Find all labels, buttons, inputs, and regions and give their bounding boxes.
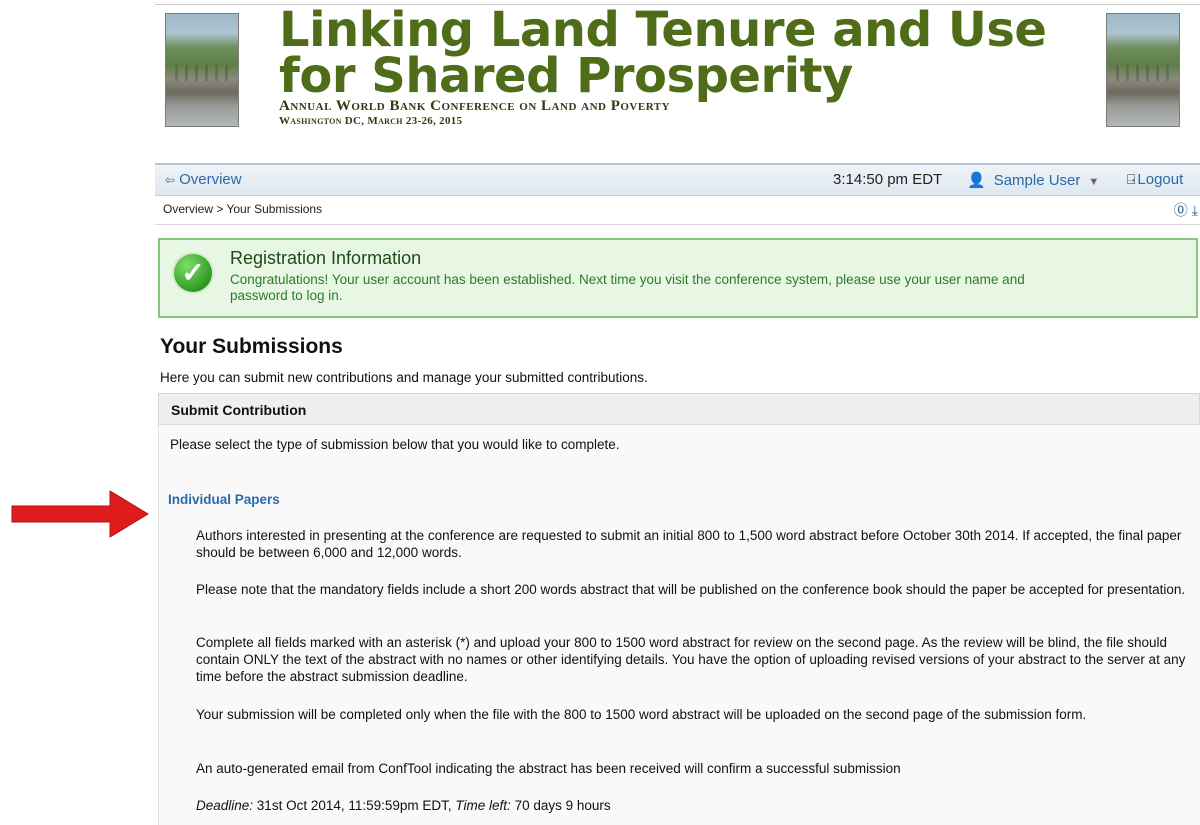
conference-title-line1: Linking Land Tenure and Use: [279, 2, 1047, 58]
user-name: Sample User: [993, 172, 1081, 189]
top-nav-bar: ⇦ Overview 3:14:50 pm EDT 👤 Sample User ▼ ⍈…: [155, 163, 1200, 196]
banner-photo-left: [165, 13, 239, 127]
page-title: Your Submissions: [160, 335, 343, 358]
submit-contribution-header: Submit Contribution: [158, 393, 1200, 425]
chevron-down-icon: ▼: [1088, 176, 1100, 188]
logout-label: Logout: [1137, 171, 1184, 188]
breadcrumb-overview-link[interactable]: Overview: [163, 202, 213, 216]
nav-overview-label: Overview: [179, 171, 242, 188]
breadcrumb-tools: ⓪ ⤓: [1170, 200, 1198, 220]
server-time: 3:14:50 pm EDT: [833, 171, 943, 188]
conference-subtitle: Annual World Bank Conference on Land and…: [279, 98, 671, 114]
red-arrow-icon: [11, 490, 149, 538]
back-arrow-icon: ⇦: [165, 173, 176, 187]
breadcrumb-separator: >: [213, 202, 227, 216]
registration-success-box: ✓ Registration Information Congratulatio…: [158, 238, 1198, 318]
logout-icon: ⍈: [1127, 171, 1136, 187]
user-menu[interactable]: 👤 Sample User ▼: [967, 171, 1099, 189]
logout-link[interactable]: ⍈ Logout: [1127, 171, 1183, 188]
conference-title: Linking Land Tenure and Use for Shared P…: [279, 2, 1047, 104]
deadline-label: Deadline:: [196, 798, 254, 813]
breadcrumb: Overview > Your Submissions: [163, 202, 322, 216]
deadline-value: 31st Oct 2014, 11:59:59pm EDT,: [253, 798, 456, 813]
select-prompt: Please select the type of submission bel…: [170, 437, 620, 452]
nav-overview-link[interactable]: ⇦ Overview: [165, 171, 242, 188]
registration-title: Registration Information: [230, 248, 422, 268]
paper-info-paragraph-5: An auto-generated email from ConfTool in…: [196, 761, 901, 776]
download-icon[interactable]: ⤓: [1192, 202, 1198, 218]
time-left-value: 70 days 9 hours: [510, 798, 611, 813]
conference-title-line2: for Shared Prosperity: [279, 48, 853, 104]
conference-banner: Linking Land Tenure and Use for Shared P…: [155, 4, 1200, 155]
checkmark-icon: ✓: [174, 254, 212, 292]
paper-info-paragraph-4: Your submission will be completed only w…: [196, 707, 1087, 722]
time-left-label: Time left:: [455, 798, 511, 813]
paper-info-paragraph-3: Complete all fields marked with an aster…: [196, 635, 1186, 684]
paper-info-paragraph-2: Please note that the mandatory fields in…: [196, 582, 1186, 597]
breadcrumb-bar: Overview > Your Submissions ⓪ ⤓: [155, 194, 1200, 225]
help-icon[interactable]: ⓪: [1174, 202, 1188, 218]
individual-papers-link[interactable]: Individual Papers: [168, 492, 280, 507]
registration-message: Congratulations! Your user account has b…: [230, 272, 1025, 303]
breadcrumb-current: Your Submissions: [226, 202, 323, 216]
conference-location: Washington DC, March 23-26, 2015: [279, 115, 463, 127]
deadline-line: Deadline: 31st Oct 2014, 11:59:59pm EDT,…: [196, 798, 611, 813]
user-icon: 👤: [967, 172, 986, 189]
submissions-intro: Here you can submit new contributions an…: [160, 370, 648, 385]
banner-photo-right: [1106, 13, 1180, 127]
paper-info-paragraph-1: Authors interested in presenting at the …: [196, 528, 1182, 560]
